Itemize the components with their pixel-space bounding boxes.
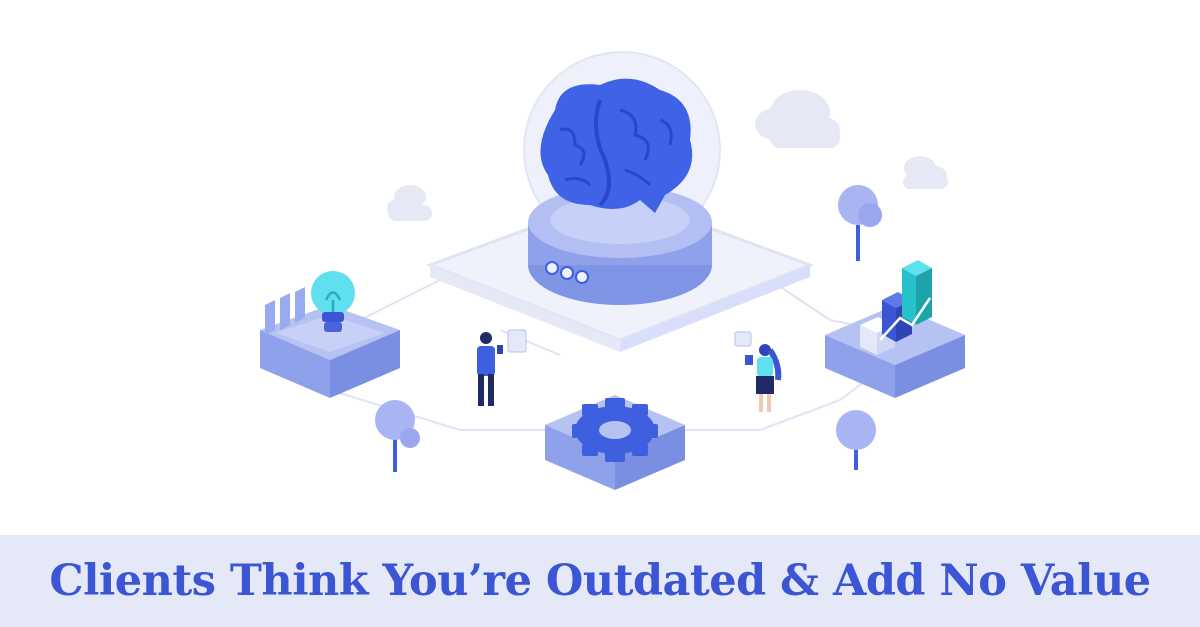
person-woman-icon bbox=[734, 331, 782, 412]
isometric-ai-illustration bbox=[260, 51, 965, 490]
cloud-icon bbox=[387, 185, 432, 221]
indicator-light bbox=[545, 261, 559, 275]
cloud-icon bbox=[903, 156, 948, 189]
tree-icon bbox=[836, 410, 876, 470]
tree-icon bbox=[838, 185, 882, 261]
indicator-light bbox=[560, 266, 574, 280]
cloud-icon bbox=[755, 90, 840, 148]
tree-icon bbox=[375, 400, 420, 472]
person-man-icon bbox=[477, 329, 527, 406]
headline-title: Clients Think You’re Outdated & Add No V… bbox=[49, 556, 1151, 606]
headline-banner: Clients Think You’re Outdated & Add No V… bbox=[0, 535, 1200, 627]
gear-icon bbox=[572, 398, 658, 462]
indicator-light bbox=[575, 270, 589, 284]
